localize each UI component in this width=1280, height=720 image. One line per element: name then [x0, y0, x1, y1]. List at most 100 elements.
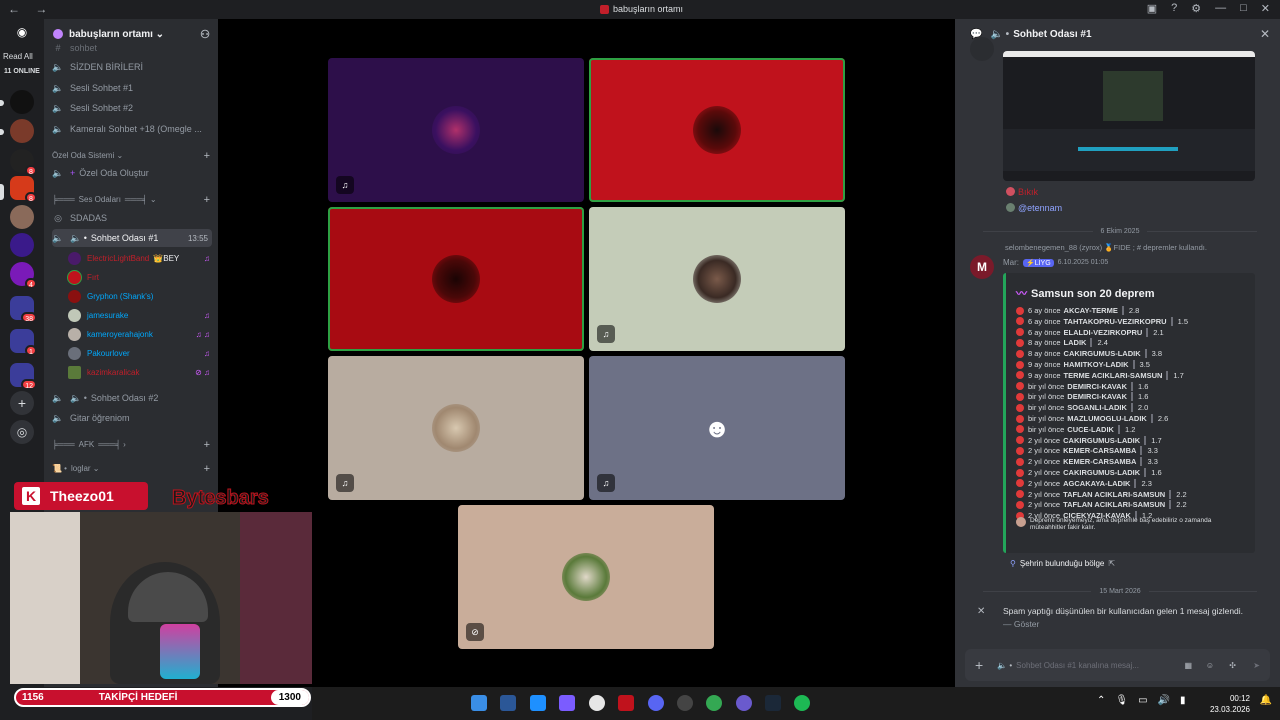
- quake-row: bir yıl önce DEMIRCI-KAVAK 1.6: [1016, 381, 1148, 392]
- minimize-button[interactable]: —: [1215, 2, 1226, 15]
- emoji-icon[interactable]: ☺: [1206, 661, 1214, 670]
- add-server-icon[interactable]: +: [10, 391, 34, 415]
- dismiss-icon[interactable]: ✕: [977, 606, 985, 617]
- spam-notice: Spam yaptığı düşünülen bir kullanıcıdan …: [1003, 606, 1244, 616]
- voice-user[interactable]: Fırt: [68, 268, 212, 286]
- app-grid-icon[interactable]: [559, 695, 575, 711]
- add-channel-icon[interactable]: +: [204, 463, 210, 475]
- category-afk[interactable]: ╞═══ AFK ═══╡ › +: [52, 439, 212, 451]
- folder-icon[interactable]: 1: [10, 329, 37, 356]
- close-icon[interactable]: ✕: [1260, 27, 1270, 41]
- voice-user[interactable]: Pakourlover ♫: [68, 344, 212, 362]
- app-icon[interactable]: [618, 695, 634, 711]
- channel-item[interactable]: 🔈 Sesli Sohbet #1: [52, 79, 212, 97]
- category-ses[interactable]: ╞═══ Ses Odaları ═══╡ ⌄ +: [52, 194, 212, 206]
- folder-icon[interactable]: 38: [10, 296, 37, 323]
- channel-item[interactable]: ◎ SDADAS: [52, 209, 212, 227]
- server-icon[interactable]: [10, 90, 34, 114]
- discord-icon[interactable]: [648, 695, 664, 711]
- add-channel-icon[interactable]: +: [204, 150, 210, 162]
- voice-user[interactable]: kameroyerahajonk ♫ ♫: [68, 325, 212, 343]
- server-icon[interactable]: 8: [10, 149, 37, 176]
- battery-icon[interactable]: ▮: [1180, 695, 1186, 706]
- mention[interactable]: @etennam: [1006, 203, 1062, 213]
- server-icon[interactable]: [10, 233, 34, 257]
- clock[interactable]: 00:12 23.03.2026: [1210, 693, 1250, 715]
- quake-magnitude: 2.1: [1153, 327, 1164, 337]
- channel-item[interactable]: 🔈 Gitar öğreniom: [52, 409, 212, 427]
- channel-item[interactable]: 🔈 + Özel Oda Oluştur: [52, 164, 212, 182]
- quake-when: 2 yıl önce: [1028, 435, 1061, 445]
- quake-when: 2 yıl önce: [1028, 500, 1061, 510]
- discord-home-icon[interactable]: ◉: [11, 25, 33, 41]
- divider-line: ═══╡ ›: [98, 440, 126, 449]
- app-icon[interactable]: [677, 695, 693, 711]
- start-icon[interactable]: [471, 695, 487, 711]
- voice-user-name: Pakourlover: [87, 348, 130, 358]
- server-icon[interactable]: [10, 205, 34, 229]
- voice-user[interactable]: jamesurake ♫: [68, 306, 212, 324]
- help-icon[interactable]: ?: [1171, 2, 1177, 15]
- video-tile[interactable]: ♫: [328, 356, 584, 500]
- channel-item[interactable]: 🔈 🔈 • Sohbet Odası #2: [52, 389, 212, 407]
- avatar[interactable]: M: [970, 255, 994, 279]
- send-icon[interactable]: ➤: [1253, 661, 1260, 670]
- quake-location: KEMER-CARSAMBA: [1063, 446, 1137, 456]
- show-link[interactable]: — Göster: [1003, 619, 1039, 629]
- nav-arrows[interactable]: ← →: [8, 2, 53, 16]
- category-ozel[interactable]: Özel Oda Sistemi ⌄ +: [52, 150, 212, 162]
- channel-item[interactable]: 🔈 Kameralı Sohbet +18 (Omegle ...: [52, 120, 212, 138]
- category-loglar[interactable]: 📜 • loglar ⌄ +: [52, 463, 212, 475]
- image-attachment[interactable]: [1003, 51, 1255, 181]
- volume-icon[interactable]: 🔊: [1158, 695, 1170, 706]
- add-channel-icon[interactable]: +: [204, 194, 210, 206]
- number-badge-icon: [1016, 479, 1024, 488]
- plus-icon[interactable]: +: [975, 657, 983, 673]
- folder-icon[interactable]: 12: [10, 363, 37, 390]
- network-icon[interactable]: ▭: [1138, 695, 1147, 706]
- explore-icon[interactable]: ◎: [10, 420, 34, 444]
- speaker-icon: 🔈: [52, 167, 64, 178]
- server-icon[interactable]: 4: [10, 262, 37, 289]
- read-all-button[interactable]: Read All: [3, 52, 33, 61]
- video-tile[interactable]: ☻ ♫: [589, 356, 845, 500]
- message-input[interactable]: + 🔈 • Sohbet Odası #1 kanalına mesaj... …: [965, 649, 1270, 681]
- close-button[interactable]: ✕: [1261, 2, 1270, 15]
- webcam-overlay: [10, 512, 312, 684]
- voice-user[interactable]: Gryphon (Shank's): [68, 287, 212, 305]
- spotify-icon[interactable]: [794, 695, 810, 711]
- location-button[interactable]: ⚲ Şehrin bulunduğu bölge ⇱: [1010, 559, 1115, 568]
- settings-icon[interactable]: ⚙: [1191, 2, 1201, 15]
- maximize-button[interactable]: □: [1240, 2, 1247, 15]
- channel-item-active[interactable]: 🔈 🔈 • Sohbet Odası #1 13:55: [52, 229, 212, 247]
- channel-item[interactable]: 🔈 Sesli Sohbet #2: [52, 99, 212, 117]
- channel-item[interactable]: # sohbet: [52, 39, 212, 57]
- video-tile[interactable]: ♫: [589, 207, 845, 351]
- video-tile[interactable]: ♫: [328, 58, 584, 202]
- mic-icon[interactable]: 🎙: [1115, 695, 1128, 706]
- add-channel-icon[interactable]: +: [204, 439, 210, 451]
- notes-icon[interactable]: [530, 695, 546, 711]
- video-tile-speaking[interactable]: [589, 58, 845, 202]
- number-badge-icon: [1016, 425, 1024, 434]
- channel-item[interactable]: 🔈 SİZDEN BİRİLERİ: [52, 58, 212, 76]
- notification-icon[interactable]: 🔔: [1260, 695, 1272, 706]
- voice-user[interactable]: ElectricLightBand 👑BEY ♫: [68, 249, 212, 267]
- chevron-up-icon[interactable]: ⌃: [1097, 695, 1105, 706]
- steam-icon[interactable]: [765, 695, 781, 711]
- video-tile[interactable]: ⊘: [458, 505, 714, 649]
- search-icon[interactable]: [589, 695, 605, 711]
- server-icon[interactable]: [10, 119, 34, 143]
- inbox-icon[interactable]: ▣: [1147, 2, 1157, 15]
- chrome-icon[interactable]: [706, 695, 722, 711]
- message-author[interactable]: Bıkık: [1006, 187, 1038, 197]
- voice-user[interactable]: kazimkaralicak ⊘ ♫: [68, 363, 212, 381]
- calendar-icon[interactable]: ▦: [1184, 661, 1192, 670]
- video-tile-speaking[interactable]: [328, 207, 584, 351]
- terminal-icon[interactable]: [500, 695, 516, 711]
- author-name[interactable]: Mar:: [1003, 258, 1019, 267]
- app-icon[interactable]: [736, 695, 752, 711]
- voice-user-name: ElectricLightBand: [87, 253, 150, 263]
- apps-icon[interactable]: ✣: [1229, 661, 1236, 670]
- server-icon[interactable]: 8: [10, 176, 37, 203]
